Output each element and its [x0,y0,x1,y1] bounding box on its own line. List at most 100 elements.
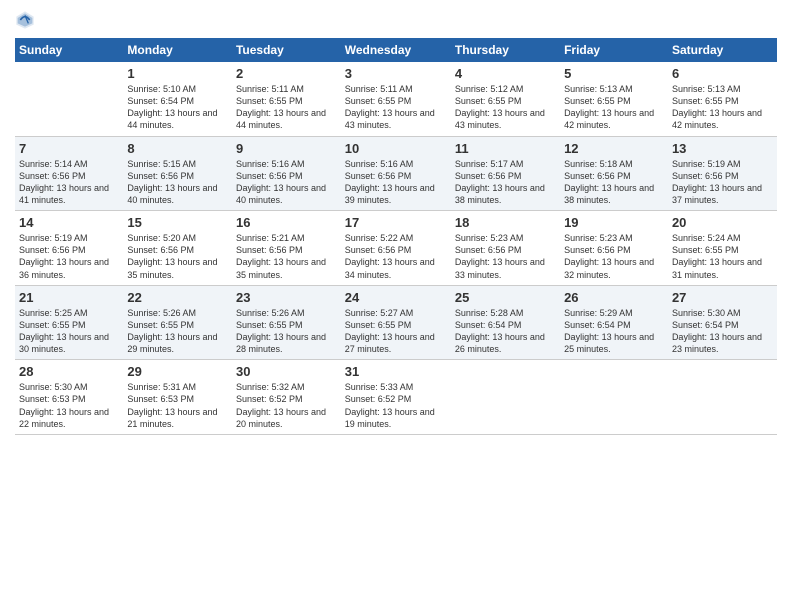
day-info: Sunrise: 5:26 AMSunset: 6:55 PMDaylight:… [127,308,217,354]
header [15,10,777,30]
day-info: Sunrise: 5:16 AMSunset: 6:56 PMDaylight:… [345,159,435,205]
day-number: 24 [345,290,447,305]
calendar-cell: 18 Sunrise: 5:23 AMSunset: 6:56 PMDaylig… [451,211,560,286]
calendar-week-row: 21 Sunrise: 5:25 AMSunset: 6:55 PMDaylig… [15,285,777,360]
day-info: Sunrise: 5:27 AMSunset: 6:55 PMDaylight:… [345,308,435,354]
calendar-cell: 20 Sunrise: 5:24 AMSunset: 6:55 PMDaylig… [668,211,777,286]
day-info: Sunrise: 5:25 AMSunset: 6:55 PMDaylight:… [19,308,109,354]
calendar-cell [668,360,777,435]
calendar-cell: 31 Sunrise: 5:33 AMSunset: 6:52 PMDaylig… [341,360,451,435]
day-number: 1 [127,66,228,81]
day-number: 14 [19,215,119,230]
day-info: Sunrise: 5:22 AMSunset: 6:56 PMDaylight:… [345,233,435,279]
calendar-cell [451,360,560,435]
day-number: 19 [564,215,664,230]
day-number: 8 [127,141,228,156]
calendar-cell: 14 Sunrise: 5:19 AMSunset: 6:56 PMDaylig… [15,211,123,286]
day-number: 21 [19,290,119,305]
day-number: 30 [236,364,337,379]
day-number: 29 [127,364,228,379]
day-info: Sunrise: 5:24 AMSunset: 6:55 PMDaylight:… [672,233,762,279]
day-number: 27 [672,290,773,305]
calendar-cell [560,360,668,435]
calendar-cell: 24 Sunrise: 5:27 AMSunset: 6:55 PMDaylig… [341,285,451,360]
day-number: 17 [345,215,447,230]
calendar-cell: 23 Sunrise: 5:26 AMSunset: 6:55 PMDaylig… [232,285,341,360]
calendar-cell: 11 Sunrise: 5:17 AMSunset: 6:56 PMDaylig… [451,136,560,211]
day-info: Sunrise: 5:17 AMSunset: 6:56 PMDaylight:… [455,159,545,205]
day-number: 4 [455,66,556,81]
day-info: Sunrise: 5:10 AMSunset: 6:54 PMDaylight:… [127,84,217,130]
day-number: 2 [236,66,337,81]
day-info: Sunrise: 5:33 AMSunset: 6:52 PMDaylight:… [345,382,435,428]
day-info: Sunrise: 5:29 AMSunset: 6:54 PMDaylight:… [564,308,654,354]
calendar-cell: 17 Sunrise: 5:22 AMSunset: 6:56 PMDaylig… [341,211,451,286]
main-container: SundayMondayTuesdayWednesdayThursdayFrid… [0,0,792,445]
day-number: 26 [564,290,664,305]
day-info: Sunrise: 5:30 AMSunset: 6:53 PMDaylight:… [19,382,109,428]
day-number: 23 [236,290,337,305]
day-number: 7 [19,141,119,156]
calendar-cell: 6 Sunrise: 5:13 AMSunset: 6:55 PMDayligh… [668,62,777,136]
day-info: Sunrise: 5:26 AMSunset: 6:55 PMDaylight:… [236,308,326,354]
calendar-cell: 25 Sunrise: 5:28 AMSunset: 6:54 PMDaylig… [451,285,560,360]
calendar-cell: 8 Sunrise: 5:15 AMSunset: 6:56 PMDayligh… [123,136,232,211]
day-info: Sunrise: 5:23 AMSunset: 6:56 PMDaylight:… [455,233,545,279]
calendar-cell: 28 Sunrise: 5:30 AMSunset: 6:53 PMDaylig… [15,360,123,435]
calendar-week-row: 28 Sunrise: 5:30 AMSunset: 6:53 PMDaylig… [15,360,777,435]
day-info: Sunrise: 5:11 AMSunset: 6:55 PMDaylight:… [345,84,435,130]
calendar-cell: 9 Sunrise: 5:16 AMSunset: 6:56 PMDayligh… [232,136,341,211]
calendar-cell: 1 Sunrise: 5:10 AMSunset: 6:54 PMDayligh… [123,62,232,136]
day-info: Sunrise: 5:12 AMSunset: 6:55 PMDaylight:… [455,84,545,130]
day-info: Sunrise: 5:16 AMSunset: 6:56 PMDaylight:… [236,159,326,205]
calendar-cell: 15 Sunrise: 5:20 AMSunset: 6:56 PMDaylig… [123,211,232,286]
day-number: 31 [345,364,447,379]
day-info: Sunrise: 5:18 AMSunset: 6:56 PMDaylight:… [564,159,654,205]
calendar-cell: 26 Sunrise: 5:29 AMSunset: 6:54 PMDaylig… [560,285,668,360]
day-number: 3 [345,66,447,81]
weekday-header-friday: Friday [560,38,668,62]
day-info: Sunrise: 5:28 AMSunset: 6:54 PMDaylight:… [455,308,545,354]
day-number: 10 [345,141,447,156]
calendar-cell: 5 Sunrise: 5:13 AMSunset: 6:55 PMDayligh… [560,62,668,136]
day-number: 9 [236,141,337,156]
weekday-header-saturday: Saturday [668,38,777,62]
calendar-cell: 19 Sunrise: 5:23 AMSunset: 6:56 PMDaylig… [560,211,668,286]
logo-icon [15,10,35,30]
calendar-cell [15,62,123,136]
day-info: Sunrise: 5:32 AMSunset: 6:52 PMDaylight:… [236,382,326,428]
calendar-cell: 3 Sunrise: 5:11 AMSunset: 6:55 PMDayligh… [341,62,451,136]
calendar-week-row: 7 Sunrise: 5:14 AMSunset: 6:56 PMDayligh… [15,136,777,211]
weekday-header-monday: Monday [123,38,232,62]
day-number: 15 [127,215,228,230]
day-info: Sunrise: 5:13 AMSunset: 6:55 PMDaylight:… [564,84,654,130]
day-number: 12 [564,141,664,156]
calendar-cell: 16 Sunrise: 5:21 AMSunset: 6:56 PMDaylig… [232,211,341,286]
calendar-cell: 22 Sunrise: 5:26 AMSunset: 6:55 PMDaylig… [123,285,232,360]
calendar-cell: 30 Sunrise: 5:32 AMSunset: 6:52 PMDaylig… [232,360,341,435]
day-info: Sunrise: 5:30 AMSunset: 6:54 PMDaylight:… [672,308,762,354]
weekday-header-row: SundayMondayTuesdayWednesdayThursdayFrid… [15,38,777,62]
calendar-cell: 12 Sunrise: 5:18 AMSunset: 6:56 PMDaylig… [560,136,668,211]
day-info: Sunrise: 5:19 AMSunset: 6:56 PMDaylight:… [672,159,762,205]
day-info: Sunrise: 5:15 AMSunset: 6:56 PMDaylight:… [127,159,217,205]
day-number: 16 [236,215,337,230]
calendar-cell: 7 Sunrise: 5:14 AMSunset: 6:56 PMDayligh… [15,136,123,211]
day-number: 20 [672,215,773,230]
day-number: 25 [455,290,556,305]
day-number: 6 [672,66,773,81]
weekday-header-sunday: Sunday [15,38,123,62]
calendar-cell: 27 Sunrise: 5:30 AMSunset: 6:54 PMDaylig… [668,285,777,360]
calendar-cell: 4 Sunrise: 5:12 AMSunset: 6:55 PMDayligh… [451,62,560,136]
day-info: Sunrise: 5:31 AMSunset: 6:53 PMDaylight:… [127,382,217,428]
day-number: 5 [564,66,664,81]
weekday-header-thursday: Thursday [451,38,560,62]
logo [15,10,39,30]
day-info: Sunrise: 5:21 AMSunset: 6:56 PMDaylight:… [236,233,326,279]
day-info: Sunrise: 5:14 AMSunset: 6:56 PMDaylight:… [19,159,109,205]
calendar-cell: 13 Sunrise: 5:19 AMSunset: 6:56 PMDaylig… [668,136,777,211]
calendar-cell: 2 Sunrise: 5:11 AMSunset: 6:55 PMDayligh… [232,62,341,136]
day-info: Sunrise: 5:13 AMSunset: 6:55 PMDaylight:… [672,84,762,130]
weekday-header-tuesday: Tuesday [232,38,341,62]
calendar-cell: 10 Sunrise: 5:16 AMSunset: 6:56 PMDaylig… [341,136,451,211]
